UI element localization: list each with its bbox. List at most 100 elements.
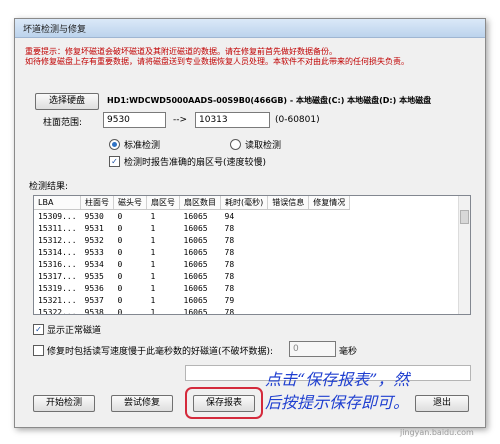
table-cell: 16065 bbox=[183, 223, 208, 233]
table-cell: 1 bbox=[150, 271, 156, 281]
table-cell: 1 bbox=[150, 295, 156, 305]
table-cell: 78 bbox=[224, 247, 235, 257]
table-row[interactable]: 15312... 9532 0 1 16065 78 bbox=[34, 234, 350, 246]
table-cell: 15321... bbox=[38, 295, 77, 305]
repair-slow-ms-input[interactable]: 0 bbox=[289, 341, 336, 357]
table-cell: 0 bbox=[117, 283, 123, 293]
standard-check-label: 标准检测 bbox=[124, 141, 161, 151]
table-cell: 0 bbox=[117, 307, 123, 315]
repair-slow-checkbox[interactable] bbox=[33, 345, 44, 356]
table-cell: 0 bbox=[117, 247, 123, 257]
table-cell bbox=[268, 222, 309, 234]
table-row[interactable]: 15314... 9533 0 1 16065 78 bbox=[34, 246, 350, 258]
table-cell: 9532 bbox=[84, 235, 104, 245]
scrollbar-thumb[interactable] bbox=[460, 210, 469, 224]
table-cell bbox=[309, 234, 350, 246]
table-cell bbox=[268, 282, 309, 294]
select-disk-button[interactable]: 选择硬盘 bbox=[35, 93, 99, 110]
table-cell: 9538 bbox=[84, 307, 104, 315]
cylinder-from-input[interactable]: 9530 bbox=[103, 112, 166, 128]
results-label: 检测结果: bbox=[29, 182, 69, 192]
show-normal-label: 显示正常磁道 bbox=[47, 326, 102, 336]
table-row[interactable]: 15311... 9531 0 1 16065 78 bbox=[34, 222, 350, 234]
table-row[interactable]: 15316... 9534 0 1 16065 78 bbox=[34, 258, 350, 270]
table-row[interactable]: 15309... 9530 0 1 16065 94 bbox=[34, 210, 350, 223]
table-cell: 16065 bbox=[183, 211, 208, 221]
results-list[interactable]: LBA 柱面号 磁头号 扇区号 扇区数目 耗时(毫秒) 错误信息 修复情况 15309... 9… bbox=[33, 195, 471, 315]
table-cell: 1 bbox=[150, 259, 156, 269]
table-cell: 16065 bbox=[183, 283, 208, 293]
results-column-header[interactable]: 扇区数目 bbox=[179, 196, 222, 210]
table-cell bbox=[309, 246, 350, 258]
table-cell: 0 bbox=[117, 223, 123, 233]
table-cell: 15322... bbox=[38, 307, 77, 315]
table-cell: 16065 bbox=[183, 235, 208, 245]
results-column-header[interactable]: 柱面号 bbox=[80, 196, 115, 210]
table-cell bbox=[268, 306, 309, 314]
table-cell: 78 bbox=[224, 235, 235, 245]
table-cell: 9531 bbox=[84, 223, 104, 233]
table-cell: 1 bbox=[150, 235, 156, 245]
table-cell bbox=[309, 258, 350, 270]
table-cell: 9535 bbox=[84, 271, 104, 281]
range-arrow: --> bbox=[173, 115, 188, 125]
table-cell: 15317... bbox=[38, 271, 77, 281]
results-column-header[interactable]: 磁头号 bbox=[113, 196, 148, 210]
table-cell bbox=[268, 294, 309, 306]
annotation-line-1: 点击“保存报表”，然 bbox=[265, 370, 410, 389]
table-cell: 16065 bbox=[183, 259, 208, 269]
table-cell: 16065 bbox=[183, 247, 208, 257]
table-cell: 0 bbox=[117, 211, 123, 221]
annotation-line-2: 后按提示保存即可。 bbox=[265, 393, 410, 412]
results-column-header[interactable]: 错误信息 bbox=[267, 196, 310, 210]
table-cell bbox=[268, 270, 309, 282]
table-cell: 78 bbox=[224, 223, 235, 233]
bad-sector-dialog: 坏道检测与修复 重要提示：修复坏磁道会破坏磁道及其附近磁道的数据。请在修复前首先… bbox=[14, 18, 486, 428]
table-cell: 0 bbox=[117, 295, 123, 305]
table-cell: 15311... bbox=[38, 223, 77, 233]
results-column-header[interactable]: 扇区号 bbox=[146, 196, 181, 210]
table-cell: 15312... bbox=[38, 235, 77, 245]
results-header-row: LBA 柱面号 磁头号 扇区号 扇区数目 耗时(毫秒) 错误信息 修复情况 bbox=[34, 196, 351, 210]
watermark: jingyan.baidu.com bbox=[400, 428, 474, 437]
table-cell: 1 bbox=[150, 223, 156, 233]
cylinder-to-input[interactable]: 10313 bbox=[195, 112, 270, 128]
window-title: 坏道检测与修复 bbox=[23, 25, 87, 35]
table-cell bbox=[309, 270, 350, 282]
exit-button[interactable]: 退出 bbox=[415, 395, 469, 412]
results-column-header[interactable]: LBA bbox=[34, 196, 82, 210]
table-cell: 78 bbox=[224, 307, 235, 315]
show-normal-checkbox[interactable]: ✓ bbox=[33, 324, 44, 335]
table-row[interactable]: 15322... 9538 0 1 16065 78 bbox=[34, 306, 350, 315]
table-cell: 1 bbox=[150, 307, 156, 315]
table-cell: 78 bbox=[224, 271, 235, 281]
start-check-button[interactable]: 开始检测 bbox=[33, 395, 95, 412]
table-cell: 9534 bbox=[84, 259, 104, 269]
table-cell: 79 bbox=[224, 295, 235, 305]
table-cell: 15316... bbox=[38, 259, 77, 269]
table-cell: 9536 bbox=[84, 283, 104, 293]
cylinder-range-hint: (0-60801) bbox=[275, 115, 320, 125]
table-cell bbox=[309, 210, 350, 223]
results-scrollbar[interactable] bbox=[458, 196, 470, 314]
results-column-header[interactable]: 修复情况 bbox=[308, 196, 351, 210]
table-cell bbox=[268, 234, 309, 246]
report-sector-checkbox[interactable]: ✓ bbox=[109, 156, 120, 167]
results-column-header[interactable]: 耗时(毫秒) bbox=[220, 196, 269, 210]
table-cell: 16065 bbox=[183, 271, 208, 281]
try-repair-button[interactable]: 尝试修复 bbox=[111, 395, 173, 412]
table-row[interactable]: 15319... 9536 0 1 16065 78 bbox=[34, 282, 350, 294]
table-cell: 0 bbox=[117, 271, 123, 281]
table-row[interactable]: 15317... 9535 0 1 16065 78 bbox=[34, 270, 350, 282]
table-cell: 1 bbox=[150, 211, 156, 221]
table-row[interactable]: 15321... 9537 0 1 16065 79 bbox=[34, 294, 350, 306]
read-check-radio[interactable] bbox=[230, 139, 241, 150]
standard-check-radio[interactable] bbox=[109, 139, 120, 150]
save-report-button[interactable]: 保存报表 bbox=[193, 395, 255, 412]
title-bar: 坏道检测与修复 bbox=[15, 19, 485, 38]
table-cell: 15309... bbox=[38, 211, 77, 221]
table-cell: 16065 bbox=[183, 307, 208, 315]
results-table: LBA 柱面号 磁头号 扇区号 扇区数目 耗时(毫秒) 错误信息 修复情况 15309... 9… bbox=[34, 196, 351, 315]
warning-line-2: 如待修复磁盘上存有重要数据，请将磁盘送到专业数据恢复人员处理。本软件不对由此带来… bbox=[25, 57, 409, 66]
table-cell: 0 bbox=[117, 259, 123, 269]
